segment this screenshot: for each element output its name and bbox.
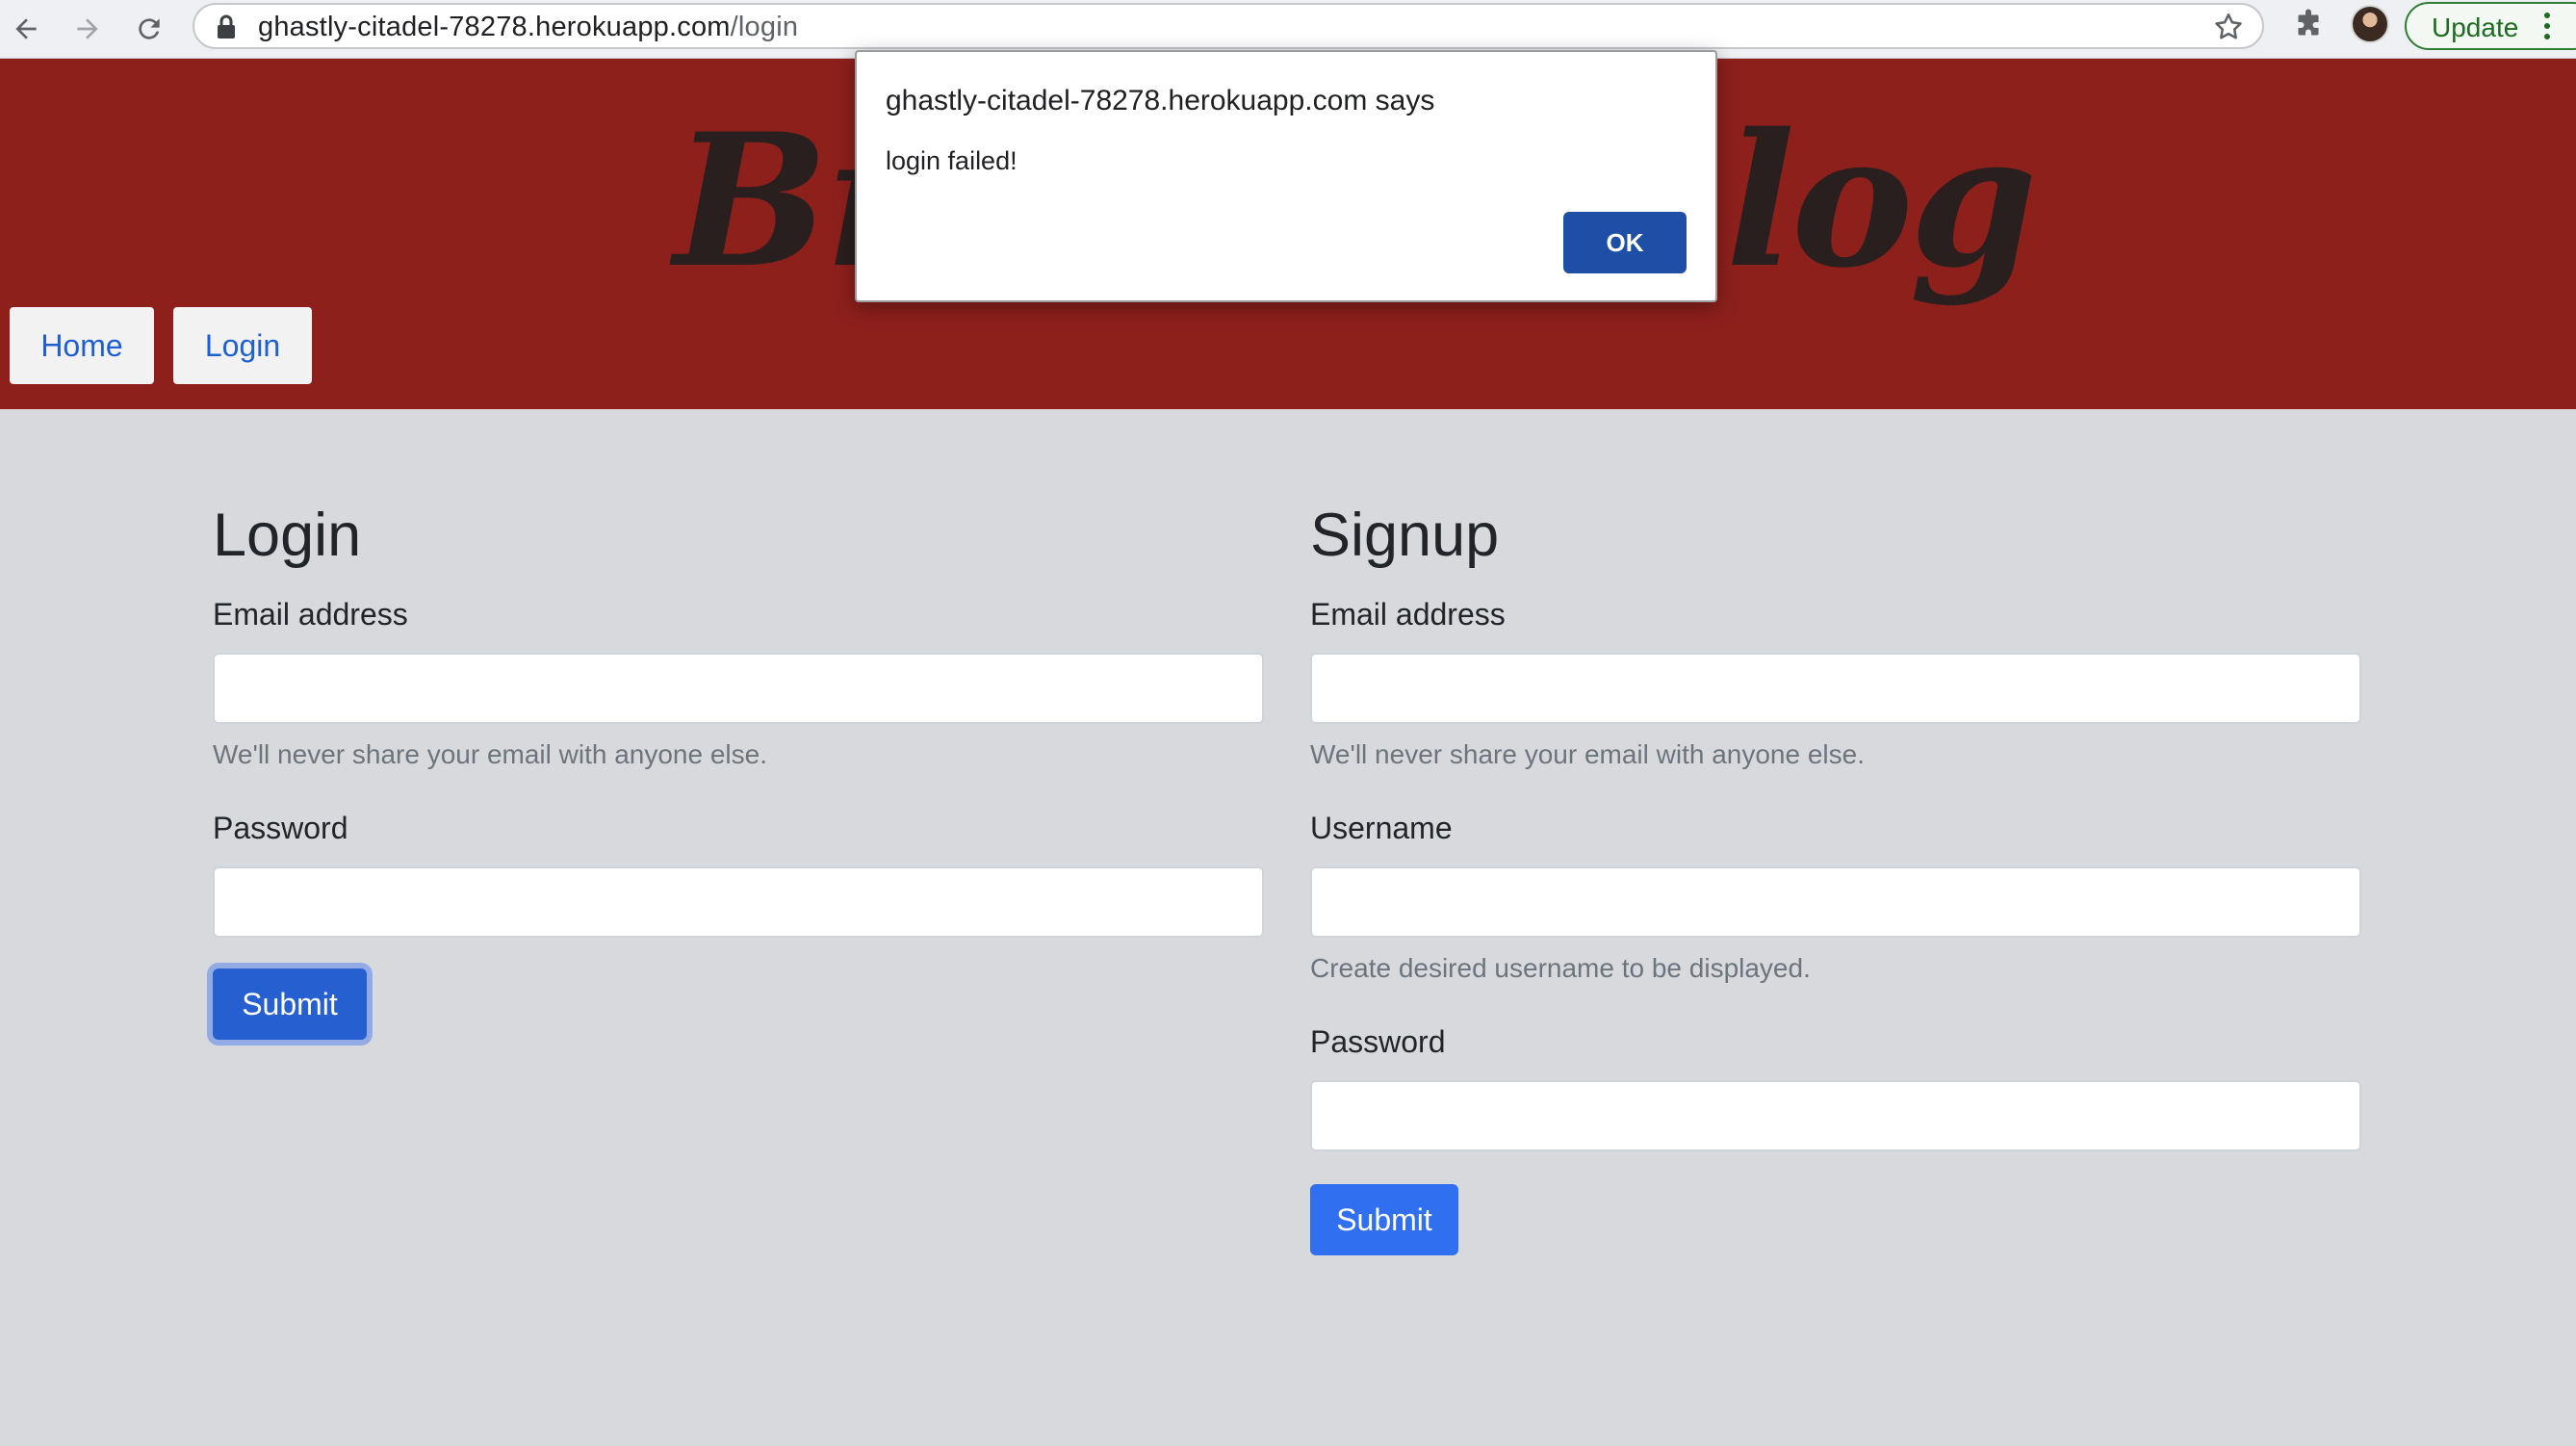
login-title: Login <box>213 502 362 569</box>
login-form: Login Email address We'll never share yo… <box>213 501 1264 1040</box>
forward-arrow-icon <box>77 18 98 39</box>
login-password-input[interactable] <box>213 866 1264 938</box>
back-arrow-icon <box>15 18 37 39</box>
url-host: ghastly-citadel-78278.herokuapp.com <box>258 12 731 42</box>
login-email-help: We'll never share your email with anyone… <box>213 739 767 769</box>
signup-username-label: Username <box>1310 811 1453 845</box>
signup-email-label: Email address <box>1310 597 1506 632</box>
signup-password-label: Password <box>1310 1024 1446 1059</box>
update-button[interactable]: Update <box>2405 2 2576 50</box>
alert-dialog: ghastly-citadel-78278.herokuapp.com says… <box>855 50 1717 302</box>
signup-password-input[interactable] <box>1310 1080 2361 1151</box>
reload-button[interactable] <box>127 7 171 51</box>
login-email-input[interactable] <box>213 653 1264 724</box>
back-button[interactable] <box>4 7 48 51</box>
signup-form: Signup Email address We'll never share y… <box>1310 501 2361 1255</box>
forward-button[interactable] <box>65 7 110 51</box>
login-password-label: Password <box>213 811 348 845</box>
login-email-label: Email address <box>213 597 408 632</box>
update-label: Update <box>2432 13 2519 42</box>
alert-title: ghastly-citadel-78278.herokuapp.com says <box>886 85 1435 116</box>
signup-title: Signup <box>1310 502 1500 569</box>
signup-username-help: Create desired username to be displayed. <box>1310 953 1811 983</box>
puzzle-icon[interactable] <box>2291 8 2326 42</box>
alert-message: login failed! <box>886 146 1018 175</box>
signup-submit-button[interactable]: Submit <box>1310 1184 1458 1255</box>
avatar[interactable] <box>2351 5 2389 43</box>
url-text: ghastly-citadel-78278.herokuapp.com/logi… <box>258 12 798 43</box>
login-submit-button[interactable]: Submit <box>213 968 367 1040</box>
kebab-menu-icon <box>2544 13 2550 39</box>
alert-ok-button[interactable]: OK <box>1563 212 1687 273</box>
logo-text-right: log <box>1725 93 2038 308</box>
nav-home-link[interactable]: Home <box>10 307 154 384</box>
star-icon[interactable] <box>2212 11 2245 43</box>
signup-username-input[interactable] <box>1310 866 2361 938</box>
nav-login-link[interactable]: Login <box>173 307 312 384</box>
reload-icon <box>139 18 160 39</box>
url-path: /login <box>730 12 799 42</box>
address-bar[interactable]: ghastly-citadel-78278.herokuapp.com/logi… <box>193 3 2264 49</box>
lock-icon <box>218 14 235 39</box>
signup-email-input[interactable] <box>1310 653 2361 724</box>
signup-email-help: We'll never share your email with anyone… <box>1310 739 1865 769</box>
